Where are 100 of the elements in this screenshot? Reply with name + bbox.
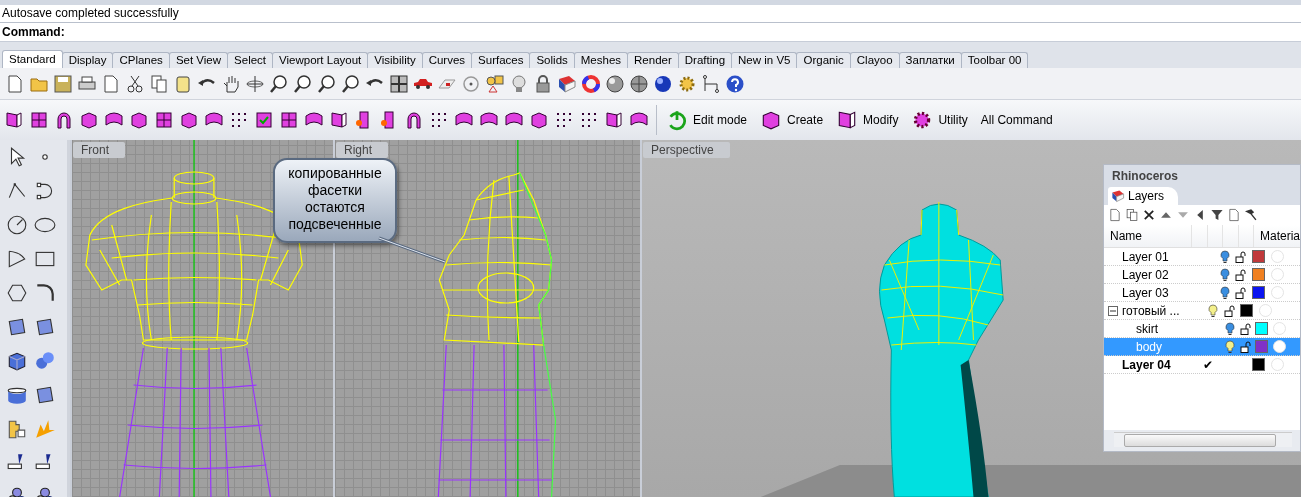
light-bulb-icon[interactable] [1225,339,1236,354]
layer-row[interactable]: готовый ... [1104,302,1300,320]
dimension-icon[interactable] [701,73,721,94]
padlock-icon[interactable] [1235,268,1248,281]
light-bulb-icon[interactable] [1207,303,1218,318]
surface-tool-icon[interactable] [4,110,24,130]
light-bulb-icon[interactable] [1225,321,1236,336]
column-header[interactable]: Materia [1253,225,1300,247]
four-viewports-icon[interactable] [389,73,409,94]
toolbar-tab[interactable]: Заплатки [898,52,962,68]
viewport-title[interactable]: Right [336,142,388,158]
surface-tool-icon[interactable] [529,110,549,130]
hand-icon[interactable] [221,73,241,94]
surface-tool-icon[interactable] [179,110,199,130]
grid-sphere-icon[interactable] [629,73,649,94]
layer-row[interactable]: Layer 04 ✔ [1104,356,1300,374]
layer-color-swatch[interactable] [1251,286,1265,299]
light-bulb-icon[interactable] [1219,267,1230,282]
zoom-icon[interactable] [317,73,337,94]
expander-icon[interactable] [1108,305,1118,316]
scissors-icon[interactable] [125,73,145,94]
padlock-icon[interactable] [1239,340,1252,353]
new-document-icon[interactable] [5,73,25,94]
surface-icon[interactable] [34,316,56,338]
surface-tool-icon[interactable] [29,110,49,130]
fillet-icon[interactable] [34,282,56,304]
layer-row[interactable]: skirt [1104,320,1300,338]
layer-color-swatch[interactable] [1254,322,1268,335]
document-icon[interactable] [1227,208,1241,222]
column-header[interactable]: Name [1104,225,1193,247]
new-layer-icon[interactable] [1108,208,1122,222]
panel-tab[interactable]: Layers [1108,187,1179,205]
surface-tool-icon[interactable] [554,110,574,130]
horizontal-scrollbar[interactable] [1114,432,1292,447]
padlock-icon[interactable] [1223,304,1236,317]
filter-icon[interactable] [1210,208,1224,222]
toolbar-tab[interactable]: Select [227,52,274,68]
surface-tool-icon[interactable] [579,110,599,130]
material-circle[interactable] [1272,340,1286,353]
surface-tool-icon[interactable] [604,110,624,130]
surface-tool-icon[interactable] [404,110,424,130]
toolbar-tab[interactable]: Surfaces [471,52,531,68]
arc-icon[interactable] [6,248,28,270]
mannequin-drawing[interactable] [879,201,1004,497]
layer-row[interactable]: Layer 03 [1104,284,1300,302]
toolbar-tab[interactable]: Solids [529,52,575,68]
surface-tool-icon[interactable] [429,110,449,130]
padlock-icon[interactable] [1235,286,1248,299]
sphere-icon[interactable] [653,73,673,94]
toolbar-tab[interactable]: Toolbar 00 [960,52,1029,68]
light-bulb-icon[interactable] [509,73,529,94]
toolbar-button[interactable]: Modify [834,107,905,133]
toolbar-tab[interactable]: Render [627,52,679,68]
surface-icon[interactable] [34,384,56,406]
surface-tool-icon[interactable] [254,110,274,130]
toolbar-tab[interactable]: Meshes [573,52,629,68]
light-bulb-icon[interactable] [1219,285,1230,300]
render-icon[interactable] [557,73,577,94]
layer-color-swatch[interactable] [1251,250,1265,263]
copy-icon[interactable] [1125,208,1139,222]
surface-tool-icon[interactable] [279,110,299,130]
surface-tool-icon[interactable] [129,110,149,130]
zoom-icon[interactable] [269,73,289,94]
layer-color-swatch[interactable] [1254,340,1268,353]
light-bulb-icon[interactable] [1219,249,1230,264]
clipboard-icon[interactable] [173,73,193,94]
circle-icon[interactable] [6,214,28,236]
toolbar-tab[interactable]: Display [61,52,114,68]
surface-tool-icon[interactable] [154,110,174,130]
save-icon[interactable] [53,73,73,94]
layer-row[interactable]: Layer 02 [1104,266,1300,284]
lock-icon[interactable] [533,73,553,94]
toolbar-tab[interactable]: New in V5 [731,52,798,68]
padlock-icon[interactable] [1235,250,1248,263]
puzzle-icon[interactable] [6,418,28,440]
surface-tool-icon[interactable] [79,110,99,130]
surface-icon[interactable] [6,316,28,338]
delete-icon[interactable] [1142,208,1156,222]
toolbar-tab[interactable]: Organic [796,52,851,68]
viewport-title[interactable]: Perspective [643,142,730,158]
color-wheel-icon[interactable] [581,73,601,94]
layer-row[interactable]: Layer 01 [1104,248,1300,266]
cube-icon[interactable] [6,350,28,372]
layer-color-swatch[interactable] [1251,268,1265,281]
toolbar-button[interactable]: Utility [909,107,974,133]
toolbar-tab[interactable]: Drafting [677,52,733,68]
help-icon[interactable] [725,73,745,94]
toolbar-tab[interactable]: Curves [421,52,473,68]
padlock-icon[interactable] [1239,322,1252,335]
perspective-viewport[interactable]: Perspective Rhinoceros Layers Name Materia Layer 01 Layer 02 Layer 03 готовый ... skirt body Layer 04 ✔ [640,140,1301,497]
layer-color-swatch[interactable] [1240,304,1253,317]
hammer-icon[interactable] [1244,208,1258,222]
sphere-icon[interactable] [605,73,625,94]
spheres-icon[interactable] [34,350,56,372]
toolbar-tab[interactable]: Clayoo [849,52,900,68]
zoom-icon[interactable] [293,73,313,94]
toolbar-button[interactable]: Create [758,107,830,133]
polygon-icon[interactable] [6,282,28,304]
surface-tool-icon[interactable] [54,110,74,130]
surface-tool-icon[interactable] [329,110,349,130]
